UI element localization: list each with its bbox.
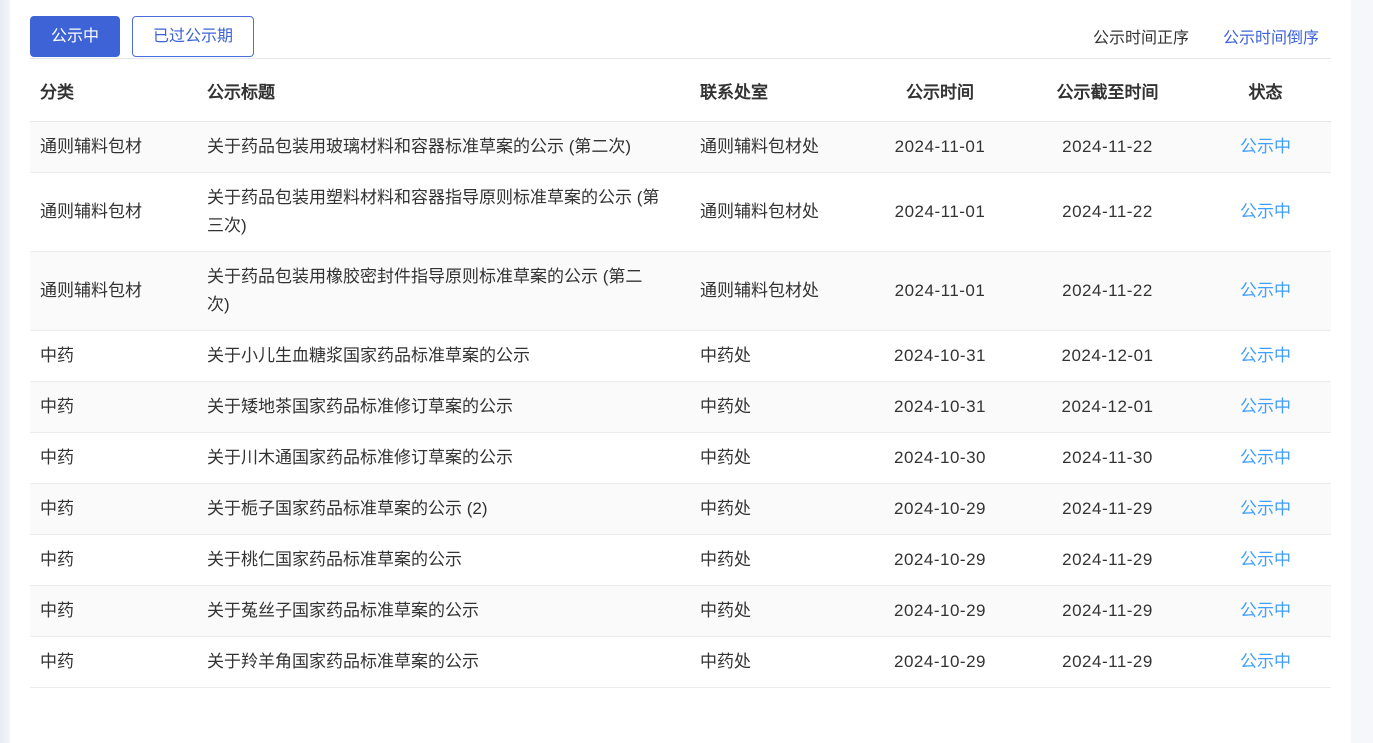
cell-start-date: 2024-11-01 <box>865 173 1015 252</box>
cell-status: 公示中 <box>1200 122 1331 173</box>
cell-office: 中药处 <box>690 535 865 586</box>
cell-office: 通则辅料包材处 <box>690 122 865 173</box>
table-header: 分类 公示标题 联系处室 公示时间 公示截至时间 状态 <box>30 59 1331 122</box>
cell-start-date: 2024-10-29 <box>865 586 1015 637</box>
cell-status: 公示中 <box>1200 484 1331 535</box>
cell-start-date: 2024-10-29 <box>865 484 1015 535</box>
table-row: 中药 关于桃仁国家药品标准草案的公示 中药处 2024-10-29 2024-1… <box>30 535 1331 586</box>
table-row: 通则辅料包材 关于药品包装用塑料材料和容器指导原则标准草案的公示 (第三次) 通… <box>30 173 1331 252</box>
table-row: 中药 关于矮地茶国家药品标准修订草案的公示 中药处 2024-10-31 202… <box>30 382 1331 433</box>
status-link[interactable]: 公示中 <box>1240 137 1291 156</box>
notice-title-link[interactable]: 关于栀子国家药品标准草案的公示 (2) <box>197 484 690 535</box>
table-row: 中药 关于羚羊角国家药品标准草案的公示 中药处 2024-10-29 2024-… <box>30 637 1331 688</box>
table-row: 通则辅料包材 关于药品包装用玻璃材料和容器标准草案的公示 (第二次) 通则辅料包… <box>30 122 1331 173</box>
cell-office: 通则辅料包材处 <box>690 252 865 331</box>
cell-start-date: 2024-10-31 <box>865 382 1015 433</box>
cell-status: 公示中 <box>1200 637 1331 688</box>
header-office: 联系处室 <box>690 59 865 122</box>
cell-end-date: 2024-12-01 <box>1015 382 1200 433</box>
cell-status: 公示中 <box>1200 535 1331 586</box>
table-row: 中药 关于小儿生血糖浆国家药品标准草案的公示 中药处 2024-10-31 20… <box>30 331 1331 382</box>
cell-start-date: 2024-10-31 <box>865 331 1015 382</box>
notice-table: 分类 公示标题 联系处室 公示时间 公示截至时间 状态 通则辅料包材 关于药品包… <box>30 58 1331 688</box>
cell-end-date: 2024-11-29 <box>1015 484 1200 535</box>
cell-category: 通则辅料包材 <box>30 122 197 173</box>
cell-start-date: 2024-11-01 <box>865 122 1015 173</box>
cell-start-date: 2024-10-29 <box>865 535 1015 586</box>
table-row: 中药 关于菟丝子国家药品标准草案的公示 中药处 2024-10-29 2024-… <box>30 586 1331 637</box>
notice-title-link[interactable]: 关于川木通国家药品标准修订草案的公示 <box>197 433 690 484</box>
cell-category: 中药 <box>30 433 197 484</box>
sort-links: 公示时间正序 公示时间倒序 <box>1093 24 1331 48</box>
cell-end-date: 2024-11-22 <box>1015 252 1200 331</box>
table-row: 中药 关于川木通国家药品标准修订草案的公示 中药处 2024-10-30 202… <box>30 433 1331 484</box>
cell-category: 中药 <box>30 382 197 433</box>
cell-start-date: 2024-11-01 <box>865 252 1015 331</box>
notice-title-link[interactable]: 关于矮地茶国家药品标准修订草案的公示 <box>197 382 690 433</box>
notice-list-panel: 公示中 已过公示期 公示时间正序 公示时间倒序 分类 公示标题 联系处室 公示时… <box>10 0 1351 743</box>
status-link[interactable]: 公示中 <box>1240 281 1291 300</box>
page-left-edge <box>0 0 10 743</box>
cell-status: 公示中 <box>1200 433 1331 484</box>
filter-button-expired[interactable]: 已过公示期 <box>132 16 254 57</box>
cell-category: 通则辅料包材 <box>30 252 197 331</box>
cell-category: 中药 <box>30 586 197 637</box>
cell-status: 公示中 <box>1200 252 1331 331</box>
cell-end-date: 2024-11-22 <box>1015 122 1200 173</box>
notice-title-link[interactable]: 关于药品包装用玻璃材料和容器标准草案的公示 (第二次) <box>197 122 690 173</box>
cell-office: 中药处 <box>690 586 865 637</box>
notice-title-link[interactable]: 关于羚羊角国家药品标准草案的公示 <box>197 637 690 688</box>
sort-link-time-desc[interactable]: 公示时间倒序 <box>1223 24 1319 48</box>
header-start-time: 公示时间 <box>865 59 1015 122</box>
cell-category: 中药 <box>30 331 197 382</box>
cell-office: 中药处 <box>690 382 865 433</box>
cell-status: 公示中 <box>1200 382 1331 433</box>
filter-button-active[interactable]: 公示中 <box>30 16 120 57</box>
cell-end-date: 2024-11-29 <box>1015 637 1200 688</box>
cell-status: 公示中 <box>1200 586 1331 637</box>
status-filter-group: 公示中 已过公示期 <box>30 16 254 57</box>
status-link[interactable]: 公示中 <box>1240 448 1291 467</box>
notice-title-link[interactable]: 关于桃仁国家药品标准草案的公示 <box>197 535 690 586</box>
cell-office: 中药处 <box>690 637 865 688</box>
cell-end-date: 2024-11-29 <box>1015 535 1200 586</box>
cell-office: 中药处 <box>690 331 865 382</box>
table-row: 中药 关于栀子国家药品标准草案的公示 (2) 中药处 2024-10-29 20… <box>30 484 1331 535</box>
cell-end-date: 2024-12-01 <box>1015 331 1200 382</box>
cell-start-date: 2024-10-30 <box>865 433 1015 484</box>
cell-end-date: 2024-11-30 <box>1015 433 1200 484</box>
table-row: 通则辅料包材 关于药品包装用橡胶密封件指导原则标准草案的公示 (第二次) 通则辅… <box>30 252 1331 331</box>
header-status: 状态 <box>1200 59 1331 122</box>
cell-status: 公示中 <box>1200 173 1331 252</box>
toolbar: 公示中 已过公示期 公示时间正序 公示时间倒序 <box>30 0 1331 58</box>
status-link[interactable]: 公示中 <box>1240 346 1291 365</box>
cell-end-date: 2024-11-22 <box>1015 173 1200 252</box>
cell-office: 中药处 <box>690 484 865 535</box>
table-body: 通则辅料包材 关于药品包装用玻璃材料和容器标准草案的公示 (第二次) 通则辅料包… <box>30 122 1331 688</box>
cell-category: 通则辅料包材 <box>30 173 197 252</box>
notice-title-link[interactable]: 关于小儿生血糖浆国家药品标准草案的公示 <box>197 331 690 382</box>
status-link[interactable]: 公示中 <box>1240 652 1291 671</box>
notice-title-link[interactable]: 关于药品包装用橡胶密封件指导原则标准草案的公示 (第二次) <box>197 252 690 331</box>
status-link[interactable]: 公示中 <box>1240 499 1291 518</box>
notice-title-link[interactable]: 关于药品包装用塑料材料和容器指导原则标准草案的公示 (第三次) <box>197 173 690 252</box>
header-category: 分类 <box>30 59 197 122</box>
status-link[interactable]: 公示中 <box>1240 202 1291 221</box>
sort-link-time-asc[interactable]: 公示时间正序 <box>1093 24 1189 48</box>
cell-status: 公示中 <box>1200 331 1331 382</box>
header-title: 公示标题 <box>197 59 690 122</box>
cell-category: 中药 <box>30 535 197 586</box>
cell-office: 通则辅料包材处 <box>690 173 865 252</box>
cell-category: 中药 <box>30 637 197 688</box>
notice-title-link[interactable]: 关于菟丝子国家药品标准草案的公示 <box>197 586 690 637</box>
cell-office: 中药处 <box>690 433 865 484</box>
cell-category: 中药 <box>30 484 197 535</box>
status-link[interactable]: 公示中 <box>1240 550 1291 569</box>
status-link[interactable]: 公示中 <box>1240 601 1291 620</box>
header-end-time: 公示截至时间 <box>1015 59 1200 122</box>
cell-start-date: 2024-10-29 <box>865 637 1015 688</box>
status-link[interactable]: 公示中 <box>1240 397 1291 416</box>
cell-end-date: 2024-11-29 <box>1015 586 1200 637</box>
